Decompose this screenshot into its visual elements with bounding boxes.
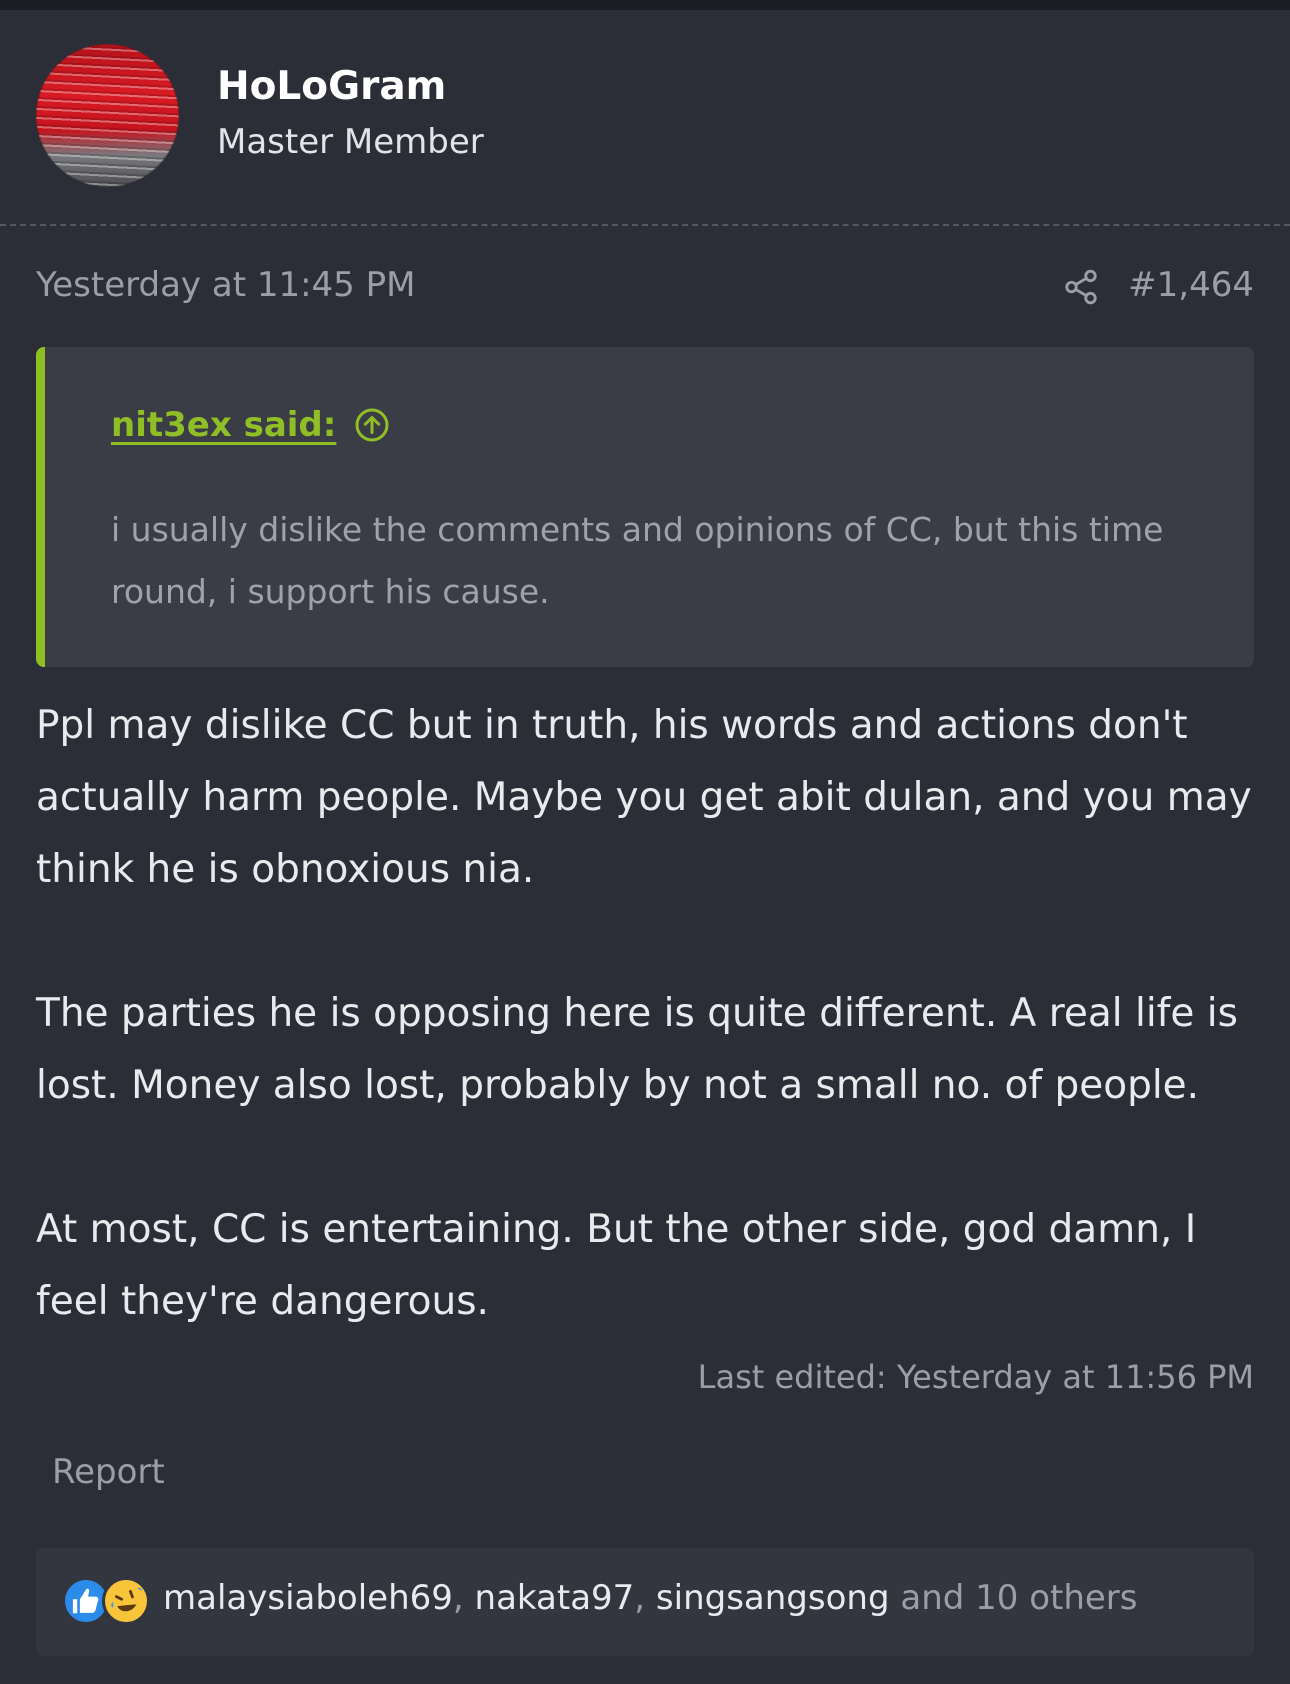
reaction-separator: , [452,1578,475,1618]
post-paragraph: The parties he is opposing here is quite… [36,991,1238,1108]
quote-block: nit3ex said: i usually dislike the comme… [36,347,1254,667]
divider [0,224,1290,226]
reaction-user-link[interactable]: nakata97 [475,1578,635,1618]
reaction-user-link[interactable]: singsangsong [656,1578,890,1618]
user-title: Master Member [217,122,484,162]
quote-author-link[interactable]: nit3ex said: [111,405,390,445]
post-author: HoLoGram Master Member [36,44,1254,188]
post-number[interactable]: #1,464 [1128,265,1254,305]
reaction-users: malaysiaboleh69, nakata97, singsangsong … [163,1578,1138,1618]
reaction-others-link[interactable]: and 10 others [890,1578,1137,1618]
quote-text: i usually dislike the comments and opini… [111,510,1164,611]
haha-icon [102,1577,150,1625]
post-date[interactable]: Yesterday at 11:45 PM [36,265,415,305]
report-link[interactable]: Report [52,1452,165,1492]
reaction-icons[interactable] [62,1577,154,1627]
jump-to-quote-icon[interactable] [354,407,390,443]
reaction-separator: , [634,1578,656,1618]
quote-author[interactable]: nit3ex said: [111,405,336,445]
top-border [0,0,1290,10]
share-icon[interactable] [1062,268,1100,306]
post-body: Ppl may dislike CC but in truth, his wor… [36,690,1258,1410]
reactions-bar[interactable]: malaysiaboleh69, nakata97, singsangsong … [36,1548,1254,1656]
last-edited: Last edited: Yesterday at 11:56 PM [697,1358,1254,1396]
reaction-user-link[interactable]: malaysiaboleh69 [163,1578,453,1618]
post-paragraph: Ppl may dislike CC but in truth, his wor… [36,703,1252,892]
post-paragraph: At most, CC is entertaining. But the oth… [36,1207,1197,1324]
avatar[interactable] [36,44,179,187]
username[interactable]: HoLoGram [217,64,446,109]
